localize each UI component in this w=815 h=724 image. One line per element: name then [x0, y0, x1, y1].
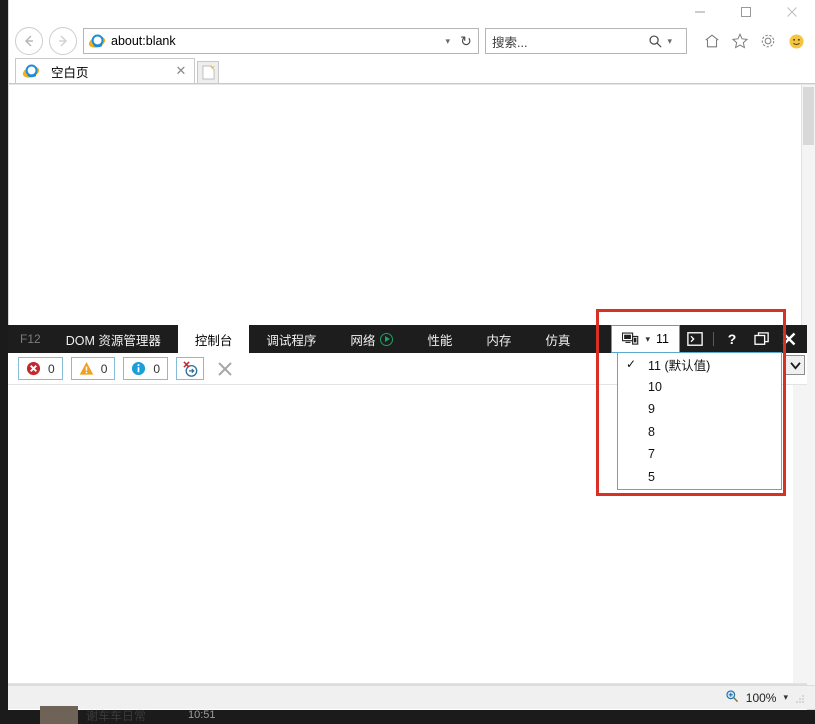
tab-label: 仿真 — [545, 333, 571, 348]
document-mode-dropdown[interactable]: ✓ 11 (默认值) 10 9 8 7 5 — [617, 352, 782, 490]
tab-debugger[interactable]: 调试程序 — [249, 325, 333, 353]
console-window-icon[interactable] — [680, 325, 710, 353]
tab-network[interactable]: 网络 — [333, 325, 410, 353]
network-play-icon[interactable] — [380, 332, 394, 346]
tab-emulation[interactable]: 仿真 — [528, 325, 587, 353]
back-button[interactable] — [15, 27, 43, 55]
tab-memory[interactable]: 内存 — [469, 325, 528, 353]
title-bar — [9, 0, 815, 24]
tab-label: 性能 — [427, 333, 453, 348]
undock-icon[interactable] — [747, 325, 777, 353]
tab-label: 内存 — [486, 333, 512, 348]
tab-favicon-ie-icon — [22, 64, 40, 78]
tab-console[interactable]: 控制台 — [177, 325, 250, 353]
check-icon: ✓ — [626, 357, 637, 372]
address-dropdown-caret[interactable]: ▾ — [445, 36, 450, 47]
background-title: 谢车车日常 — [86, 708, 147, 723]
warning-counter[interactable]: 0 — [70, 357, 116, 380]
info-icon — [131, 361, 146, 376]
document-mode-caret[interactable]: ▾ — [645, 334, 650, 345]
tab-label: 网络 — [350, 333, 376, 348]
home-icon[interactable] — [699, 28, 725, 54]
dropdown-item-label: 8 — [648, 424, 655, 439]
devtools-f12-label: F12 — [20, 332, 41, 346]
navigation-bar: about:blank ▾ ↻ 搜索... ▾ — [9, 24, 815, 58]
background-window-item: 谢车车日常 10:51 — [40, 706, 300, 724]
document-mode-value: 11 — [656, 332, 669, 346]
dropdown-item-label: 5 — [648, 469, 655, 484]
devtools-tabbar-right: ▾ 11 ? — [611, 325, 807, 353]
clear-console-toolbar-button[interactable] — [212, 357, 238, 380]
tab-title: 空白页 — [51, 65, 89, 80]
address-bar[interactable]: about:blank ▾ ↻ — [83, 28, 479, 54]
search-input[interactable]: 搜索... — [492, 32, 643, 51]
console-scroll-down-button[interactable] — [785, 355, 805, 375]
window-controls — [677, 0, 815, 24]
dropdown-item-8[interactable]: 8 — [618, 421, 781, 444]
zoom-icon — [725, 689, 739, 706]
clear-on-navigate-icon[interactable] — [176, 357, 205, 380]
maximize-button[interactable] — [723, 0, 769, 24]
dropdown-item-7[interactable]: 7 — [618, 443, 781, 466]
tab-label: DOM 资源管理器 — [65, 333, 161, 348]
info-counter[interactable]: 0 — [123, 357, 169, 380]
search-icon[interactable] — [643, 28, 667, 54]
background-thumbnail — [40, 706, 78, 724]
error-counter[interactable]: 0 — [18, 357, 63, 380]
toolbar-icons — [699, 28, 809, 54]
info-count: 0 — [153, 361, 161, 376]
address-value: about:blank — [111, 34, 176, 48]
gear-icon[interactable] — [755, 28, 781, 54]
ie-logo-icon — [88, 34, 106, 48]
tab-close-icon[interactable]: ✕ — [174, 63, 188, 79]
dropdown-item-label: 10 — [648, 379, 662, 394]
close-devtools-icon[interactable] — [777, 325, 807, 353]
browser-tab[interactable]: 空白页 ✕ — [15, 58, 195, 83]
screen: about:blank ▾ ↻ 搜索... ▾ 空白页 ✕ F12 DOM 资源… — [0, 0, 815, 724]
tab-label: 调试程序 — [266, 333, 317, 348]
dropdown-item-label: 9 — [648, 402, 655, 417]
dropdown-item-9[interactable]: 9 — [618, 398, 781, 421]
dropdown-item-11-default[interactable]: ✓ 11 (默认值) — [618, 353, 781, 376]
search-box[interactable]: 搜索... ▾ — [485, 28, 687, 54]
zoom-control[interactable]: 100% ▾ — [725, 689, 815, 706]
error-icon — [26, 361, 41, 376]
warning-count: 0 — [100, 361, 108, 376]
tab-performance[interactable]: 性能 — [410, 325, 469, 353]
zoom-level: 100% — [745, 690, 777, 705]
zoom-dropdown-caret[interactable]: ▾ — [783, 692, 788, 703]
smiley-icon[interactable] — [783, 28, 809, 54]
document-mode-selector[interactable]: ▾ 11 — [611, 325, 680, 353]
dropdown-item-label: 7 — [648, 447, 655, 462]
forward-button[interactable] — [49, 27, 77, 55]
help-icon[interactable]: ? — [717, 325, 747, 353]
dropdown-item-label: 11 (默认值) — [648, 358, 711, 373]
tab-label: 控制台 — [194, 333, 233, 348]
dropdown-item-10[interactable]: 10 — [618, 376, 781, 399]
tab-strip: 空白页 ✕ — [9, 58, 815, 84]
resize-grip[interactable] — [795, 693, 805, 703]
console-scrollbar[interactable] — [793, 385, 807, 683]
toolbar-divider — [713, 332, 714, 346]
emulation-device-icon — [622, 332, 639, 345]
minimize-button[interactable] — [677, 0, 723, 24]
error-count: 0 — [48, 361, 55, 376]
dropdown-item-5[interactable]: 5 — [618, 466, 781, 489]
warning-icon — [79, 361, 94, 376]
close-button[interactable] — [769, 0, 815, 24]
search-dropdown-caret[interactable]: ▾ — [667, 36, 672, 47]
devtools-tabbar: F12 DOM 资源管理器 控制台 调试程序 网络 性能 内存 仿真 ▾ 11 … — [8, 325, 807, 353]
star-icon[interactable] — [727, 28, 753, 54]
page-scrollbar-thumb[interactable] — [803, 87, 814, 145]
tab-dom-explorer[interactable]: DOM 资源管理器 — [49, 325, 178, 353]
new-tab-button[interactable] — [197, 61, 219, 83]
refresh-button[interactable]: ↻ — [458, 33, 474, 50]
background-time: 10:51 — [188, 709, 216, 721]
